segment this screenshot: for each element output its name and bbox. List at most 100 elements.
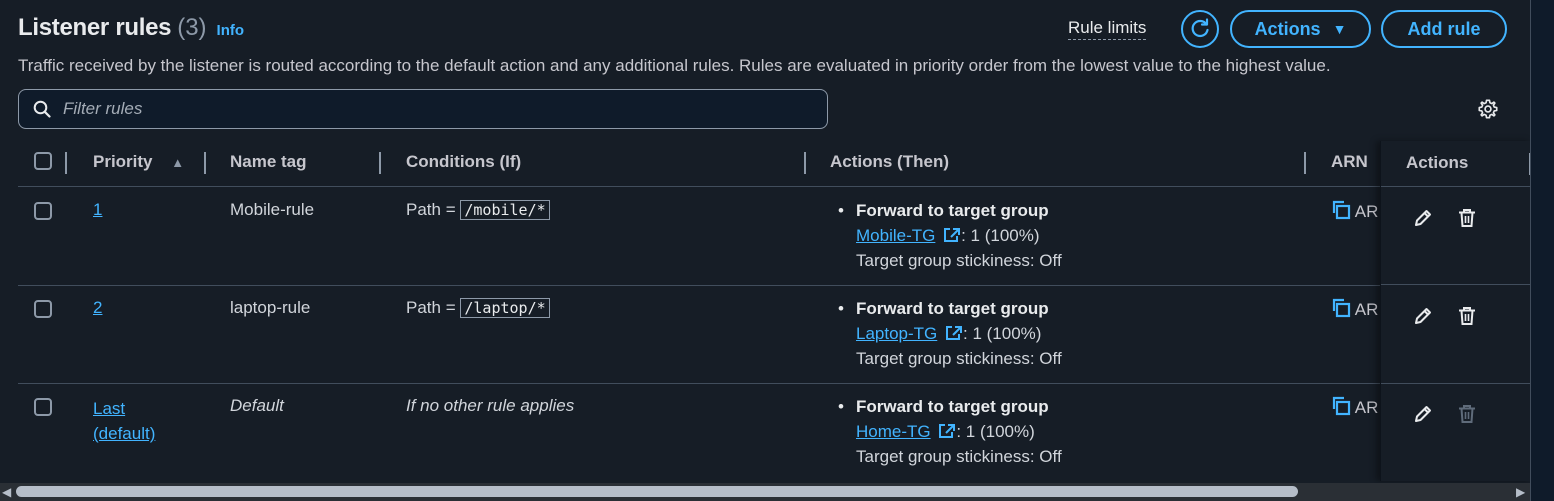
edit-icon[interactable] <box>1413 404 1433 424</box>
target-group-link[interactable]: Laptop-TG <box>856 324 937 343</box>
row-checkbox[interactable] <box>34 202 52 220</box>
stickiness: Target group stickiness: Off <box>856 251 1062 270</box>
arn-value: AR <box>1354 398 1379 417</box>
add-rule-button[interactable]: Add rule <box>1381 10 1507 48</box>
delete-icon-disabled <box>1459 405 1475 423</box>
arn-cell: AR <box>1331 298 1378 320</box>
rule-count: (3) <box>177 14 207 41</box>
table-preferences-button[interactable] <box>1477 98 1499 125</box>
priority-default[interactable]: (default) <box>93 421 155 446</box>
action-title: Forward to target group <box>856 299 1049 318</box>
copy-icon[interactable] <box>1331 298 1351 318</box>
gear-icon <box>1478 99 1498 119</box>
column-header-actions: Actions <box>1406 153 1469 172</box>
table-row: 2 laptop-rule Path = /laptop/* • Forward… <box>18 285 1530 384</box>
target-weight: : 1 (100%) <box>961 226 1040 245</box>
column-divider <box>804 152 806 174</box>
column-divider <box>204 152 206 174</box>
column-divider <box>65 152 67 174</box>
refresh-button[interactable] <box>1181 10 1219 48</box>
refresh-icon <box>1191 18 1209 38</box>
action-details: • Forward to target group Home-TG : 1 (1… <box>838 394 1062 469</box>
action-title: Forward to target group <box>856 397 1049 416</box>
stickiness: Target group stickiness: Off <box>856 447 1062 466</box>
condition-path: /mobile/* <box>460 200 550 220</box>
sticky-actions-column: Actions <box>1380 141 1530 481</box>
actions-button-label: Actions <box>1254 18 1321 39</box>
filter-rules-input[interactable] <box>61 98 765 120</box>
actions-column-header: Actions <box>1381 141 1530 187</box>
external-link-icon[interactable] <box>945 325 963 341</box>
column-divider <box>379 152 381 174</box>
rule-limits-link[interactable]: Rule limits <box>1068 18 1147 40</box>
row-checkbox[interactable] <box>34 398 52 416</box>
priority-last[interactable]: Last <box>93 396 155 421</box>
priority-header-label: Priority <box>93 152 153 171</box>
row-checkbox[interactable] <box>34 300 52 318</box>
condition-path: /laptop/* <box>460 298 550 318</box>
priority-link[interactable]: 2 <box>93 298 102 317</box>
delete-icon[interactable] <box>1457 306 1477 326</box>
column-header-actions-then[interactable]: Actions (Then) <box>830 152 949 172</box>
info-link[interactable]: Info <box>217 22 245 39</box>
arn-cell: AR <box>1331 200 1378 222</box>
actions-dropdown-button[interactable]: Actions ▼ <box>1230 10 1371 48</box>
row-divider <box>1381 284 1530 285</box>
page-description: Traffic received by the listener is rout… <box>18 56 1331 75</box>
target-weight: : 1 (100%) <box>963 324 1042 343</box>
condition-prefix: Path = <box>406 298 456 317</box>
table-row: Last (default) Default If no other rule … <box>18 384 1530 484</box>
bullet: • <box>838 201 844 220</box>
header-title-row: Listener rules (3) Info <box>18 14 244 42</box>
stickiness: Target group stickiness: Off <box>856 349 1062 368</box>
arn-cell: AR <box>1331 396 1378 418</box>
column-divider <box>1529 153 1530 175</box>
condition-prefix: Path = <box>406 200 456 219</box>
filter-box <box>18 89 828 129</box>
priority-link[interactable]: Last (default) <box>93 396 155 446</box>
action-details: • Forward to target group Mobile-TG : 1 … <box>838 198 1062 273</box>
condition: Path = /mobile/* <box>406 200 550 220</box>
external-link-icon[interactable] <box>943 227 961 243</box>
scroll-right-icon[interactable]: ▶ <box>1516 485 1525 499</box>
sort-ascending-icon: ▲ <box>171 155 185 170</box>
bullet: • <box>838 397 844 416</box>
edit-icon[interactable] <box>1413 306 1433 326</box>
edit-icon[interactable] <box>1413 208 1433 228</box>
listener-rules-panel: Listener rules (3) Info Traffic received… <box>0 0 1531 501</box>
scroll-left-icon[interactable]: ◀ <box>2 485 11 499</box>
add-rule-label: Add rule <box>1407 18 1481 39</box>
page-title: Listener rules <box>18 14 172 41</box>
column-header-conditions[interactable]: Conditions (If) <box>406 152 521 172</box>
target-weight: : 1 (100%) <box>956 422 1035 441</box>
arn-value: AR <box>1354 300 1379 319</box>
copy-icon[interactable] <box>1331 200 1351 220</box>
bullet: • <box>838 299 844 318</box>
column-header-arn[interactable]: ARN <box>1331 152 1368 172</box>
action-title: Forward to target group <box>856 201 1049 220</box>
column-header-name-tag[interactable]: Name tag <box>230 152 307 172</box>
action-details: • Forward to target group Laptop-TG : 1 … <box>838 296 1062 371</box>
column-header-priority[interactable]: Priority ▲ <box>93 152 184 172</box>
table-header: Priority ▲ Name tag Conditions (If) Acti… <box>18 140 1530 187</box>
select-all-checkbox[interactable] <box>34 152 52 170</box>
name-tag: Default <box>230 396 284 415</box>
column-divider <box>1304 152 1306 174</box>
table-row: 1 Mobile-rule Path = /mobile/* • Forward… <box>18 187 1530 286</box>
search-icon <box>33 100 51 118</box>
arn-value: AR <box>1354 202 1379 221</box>
delete-icon[interactable] <box>1457 208 1477 228</box>
caret-down-icon: ▼ <box>1332 21 1347 37</box>
name-tag: Mobile-rule <box>230 200 315 219</box>
condition: If no other rule applies <box>406 396 575 415</box>
row-divider <box>1381 383 1530 384</box>
name-tag: laptop-rule <box>230 298 311 317</box>
priority-link[interactable]: 1 <box>93 200 102 219</box>
external-link-icon[interactable] <box>938 423 956 439</box>
target-group-link[interactable]: Mobile-TG <box>856 226 935 245</box>
scrollbar-thumb[interactable] <box>16 486 1298 497</box>
target-group-link[interactable]: Home-TG <box>856 422 931 441</box>
copy-icon[interactable] <box>1331 396 1351 416</box>
horizontal-scrollbar[interactable]: ◀ ▶ <box>0 483 1530 501</box>
condition: Path = /laptop/* <box>406 298 550 318</box>
